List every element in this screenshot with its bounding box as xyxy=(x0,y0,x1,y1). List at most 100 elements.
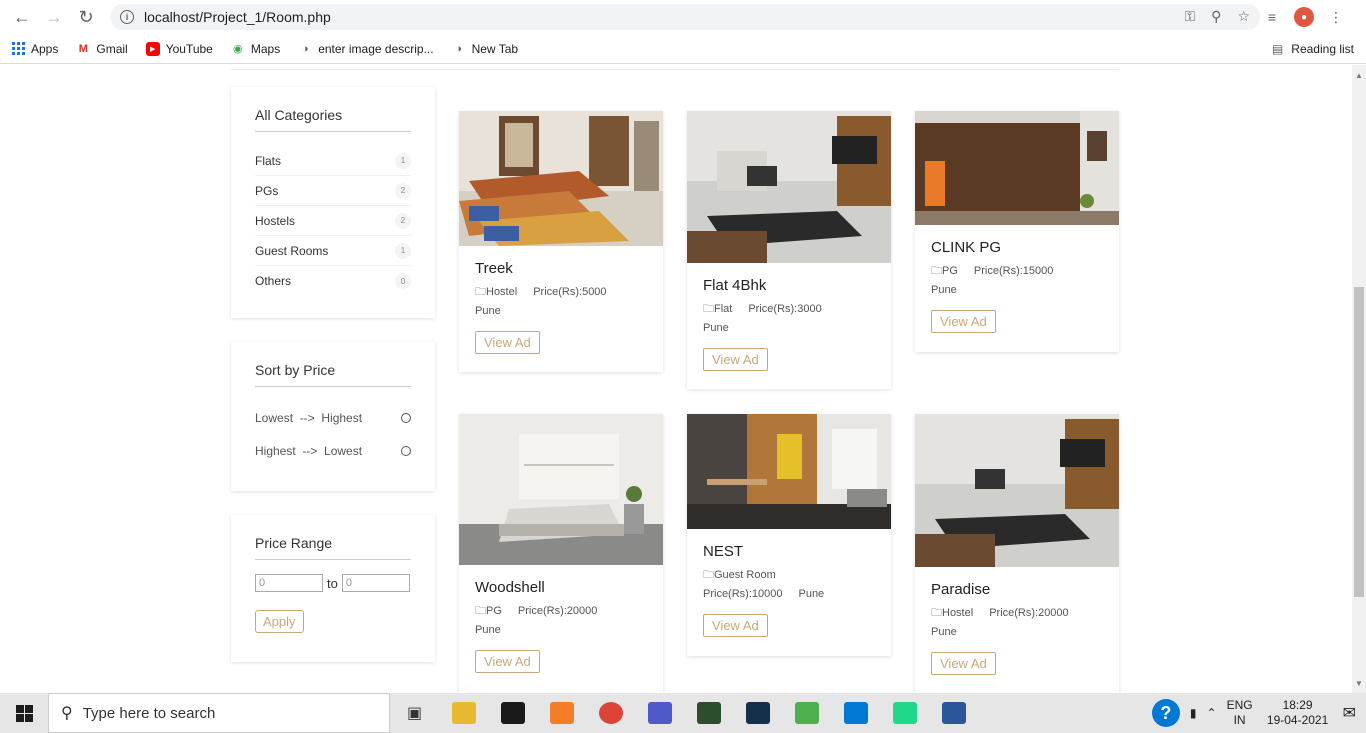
file-explorer-icon[interactable] xyxy=(439,693,488,733)
header-remnant xyxy=(231,65,1119,70)
category-item[interactable]: Hostels 2 xyxy=(255,206,411,236)
view-ad-button[interactable]: View Ad xyxy=(931,652,996,675)
app-icon[interactable] xyxy=(684,693,733,733)
reading-list[interactable]: ▤ Reading list xyxy=(1272,34,1354,64)
key-icon[interactable]: ⚿ xyxy=(1185,8,1196,25)
word-icon[interactable] xyxy=(929,693,978,733)
folder-icon: 🗀 xyxy=(703,569,714,581)
category-item[interactable]: Flats 1 xyxy=(255,146,411,176)
back-icon[interactable]: ← xyxy=(6,0,38,34)
listing-city: Pune xyxy=(475,624,501,636)
listing-image[interactable] xyxy=(459,111,663,246)
listing-card: Treek 🗀Hostel Price(Rs):5000 Pune View Ad xyxy=(459,111,663,372)
listing-image[interactable] xyxy=(915,111,1119,225)
chevron-up-icon[interactable]: ⌃ xyxy=(1207,706,1217,720)
bookmark-gmail[interactable]: M Gmail xyxy=(76,42,128,56)
listing-image[interactable] xyxy=(459,414,663,565)
listing-image[interactable] xyxy=(687,111,891,263)
globe-icon: ◑ xyxy=(455,42,462,55)
task-view-icon[interactable]: ▣ xyxy=(390,693,439,733)
folder-icon: 🗀 xyxy=(703,303,714,315)
listing-price: Price(Rs):15000 xyxy=(973,265,1054,277)
listing-title[interactable]: CLINK PG xyxy=(931,239,1103,256)
view-ad-button[interactable]: View Ad xyxy=(931,310,996,333)
scroll-down-icon[interactable]: ▼ xyxy=(1355,679,1363,688)
listing-type: Hostel xyxy=(486,286,518,298)
folder-icon: 🗀 xyxy=(475,286,486,298)
listing-price: Price(Rs):20000 xyxy=(517,605,598,617)
radio-button[interactable] xyxy=(401,445,411,456)
bookmark-youtube[interactable]: ▶ YouTube xyxy=(145,41,213,56)
category-count: 1 xyxy=(395,152,411,169)
sort-option-low-high[interactable]: Lowest --> Highest xyxy=(255,401,411,434)
avatar[interactable]: ● xyxy=(1294,7,1314,27)
language-indicator[interactable]: ENG IN xyxy=(1227,698,1253,728)
globe-icon: ◑ xyxy=(301,42,309,55)
scrollbar-thumb[interactable] xyxy=(1354,287,1364,597)
vscode-icon[interactable] xyxy=(831,693,880,733)
bookmark-enter-image[interactable]: ◑ enter image descrip... xyxy=(298,42,434,56)
listing-image[interactable] xyxy=(687,414,891,529)
clock[interactable]: 18:29 19-04-2021 xyxy=(1263,698,1333,728)
listing-title[interactable]: Flat 4Bhk xyxy=(703,277,875,294)
category-item[interactable]: Others 0 xyxy=(255,266,411,296)
listing-city: Pune xyxy=(931,626,957,638)
listing-price: Price(Rs):10000 xyxy=(703,588,783,600)
category-item[interactable]: Guest Rooms 1 xyxy=(255,236,411,266)
listing-city: Pune xyxy=(931,284,957,296)
windows-taskbar: ⚲ Type here to search ▣ ? ▮ ⌃ ENG IN 18:… xyxy=(0,693,1366,733)
radio-button[interactable] xyxy=(401,412,411,423)
zoom-icon[interactable]: ⚲ xyxy=(1211,8,1221,25)
listing-title[interactable]: Paradise xyxy=(931,581,1103,598)
forward-icon[interactable]: → xyxy=(38,0,70,34)
chrome-icon[interactable] xyxy=(586,693,635,733)
listing-title[interactable]: NEST xyxy=(703,543,875,560)
listing-city: Pune xyxy=(798,588,825,600)
folder-icon: 🗀 xyxy=(931,265,942,277)
start-button[interactable] xyxy=(0,693,48,733)
notepad-icon[interactable] xyxy=(782,693,831,733)
view-ad-button[interactable]: View Ad xyxy=(475,650,540,673)
listing-price: Price(Rs):5000 xyxy=(533,286,607,298)
notification-icon[interactable]: ✉ xyxy=(1343,703,1356,723)
info-icon[interactable]: i xyxy=(120,10,134,24)
system-tray: ? ▮ ⌃ ENG IN 18:29 19-04-2021 ✉ xyxy=(1151,693,1366,733)
listing-type: PG xyxy=(942,265,958,277)
pycharm-icon[interactable] xyxy=(880,693,929,733)
taskbar-search[interactable]: ⚲ Type here to search xyxy=(48,693,390,733)
teams-icon[interactable] xyxy=(635,693,684,733)
vertical-scrollbar[interactable]: ▲ ▼ xyxy=(1352,65,1366,693)
view-ad-button[interactable]: View Ad xyxy=(703,614,768,637)
listing-image[interactable] xyxy=(915,414,1119,567)
star-icon[interactable]: ☆ xyxy=(1237,8,1250,25)
view-ad-button[interactable]: View Ad xyxy=(703,348,768,371)
apps-icon xyxy=(12,42,25,55)
apply-button[interactable]: Apply xyxy=(255,610,304,633)
mysql-icon[interactable] xyxy=(733,693,782,733)
listing-title[interactable]: Woodshell xyxy=(475,579,647,596)
categories-title: All Categories xyxy=(255,107,411,132)
menu-icon[interactable]: ⋮ xyxy=(1326,7,1346,27)
price-min-input[interactable]: 0 xyxy=(255,574,323,592)
address-bar[interactable]: i localhost/Project_1/Room.php ⚿ ⚲ ☆ xyxy=(110,4,1260,30)
bookmark-new-tab[interactable]: ◑ New Tab xyxy=(452,42,518,56)
listing-type: Hostel xyxy=(942,607,974,619)
sort-option-high-low[interactable]: Highest --> Lowest xyxy=(255,434,411,467)
category-item[interactable]: PGs 2 xyxy=(255,176,411,206)
scroll-up-icon[interactable]: ▲ xyxy=(1355,71,1363,80)
price-max-input[interactable]: 0 xyxy=(341,574,410,592)
gmail-icon: M xyxy=(78,42,88,55)
view-ad-button[interactable]: View Ad xyxy=(475,331,540,354)
xampp-icon[interactable] xyxy=(537,693,586,733)
battery-icon[interactable]: ▮ xyxy=(1190,706,1197,720)
price-range-title: Price Range xyxy=(255,535,411,560)
windows-icon xyxy=(15,704,33,722)
media-icon[interactable]: ≡ xyxy=(1262,7,1282,27)
bookmark-apps[interactable]: Apps xyxy=(12,42,58,56)
terminal-icon[interactable] xyxy=(488,693,537,733)
reload-icon[interactable]: ↻ xyxy=(70,0,102,34)
help-icon[interactable]: ? xyxy=(1151,699,1180,727)
listing-title[interactable]: Treek xyxy=(475,260,647,277)
bookmark-maps[interactable]: ◉ Maps xyxy=(231,42,280,56)
url-text: localhost/Project_1/Room.php xyxy=(144,9,331,25)
